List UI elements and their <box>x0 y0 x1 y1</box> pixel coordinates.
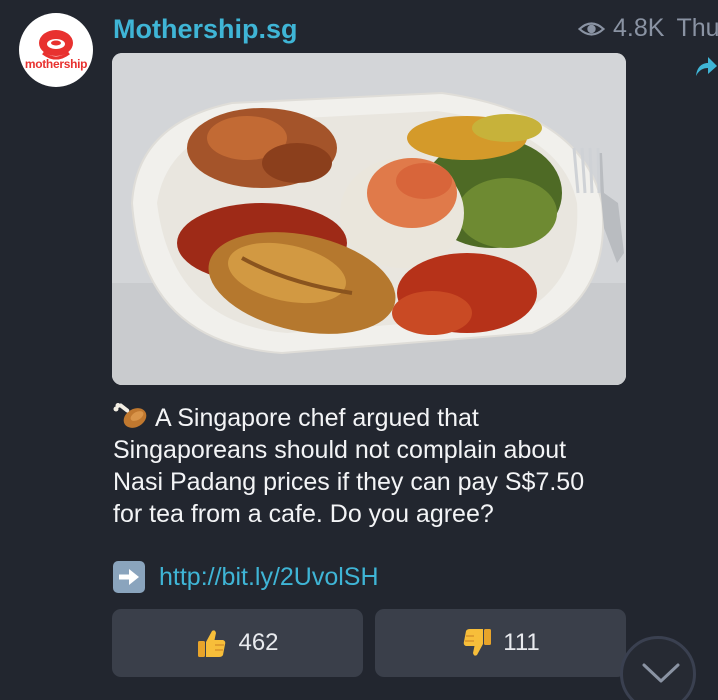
right-arrow-icon <box>113 561 145 593</box>
post-meta: 4.8K Thu <box>578 14 718 43</box>
food-photo-illustration <box>112 53 626 385</box>
post-text: A Singapore chef argued that Singaporean… <box>113 402 673 530</box>
post-image[interactable] <box>112 53 626 385</box>
view-count: 4.8K <box>613 14 665 42</box>
post-text-line-4: for tea from a cafe. Do you agree? <box>113 500 494 528</box>
dislike-count: 111 <box>503 629 540 656</box>
mothership-logo-icon <box>39 30 73 60</box>
share-icon[interactable] <box>694 54 718 78</box>
avatar-logo-text: mothership <box>24 57 88 71</box>
eye-icon <box>578 21 605 36</box>
scroll-down-button[interactable] <box>620 636 696 700</box>
channel-name-link[interactable]: Mothership.sg <box>113 14 298 45</box>
post-date: Thu <box>676 14 718 42</box>
post-link-row: http://bit.ly/2UvolSH <box>113 561 379 593</box>
thumbs-up-icon <box>198 630 226 657</box>
post-text-line-2: Singaporeans should not complain about <box>113 436 567 464</box>
channel-avatar[interactable]: mothership <box>19 13 93 87</box>
thumbs-down-reaction-button[interactable]: 111 <box>375 609 626 677</box>
post-text-line-1: A Singapore chef argued that <box>155 404 479 432</box>
like-count: 462 <box>238 629 279 656</box>
thumbs-down-icon <box>464 629 492 656</box>
chevron-down-icon <box>642 663 680 683</box>
post-text-line-3: Nasi Padang prices if they can pay S$7.5… <box>113 468 585 496</box>
poultry-leg-icon <box>113 403 147 428</box>
post-link[interactable]: http://bit.ly/2UvolSH <box>159 563 379 592</box>
channel-post-screen: mothership Mothership.sg 4.8K Thu A Sing… <box>0 0 718 700</box>
thumbs-up-reaction-button[interactable]: 462 <box>112 609 363 677</box>
